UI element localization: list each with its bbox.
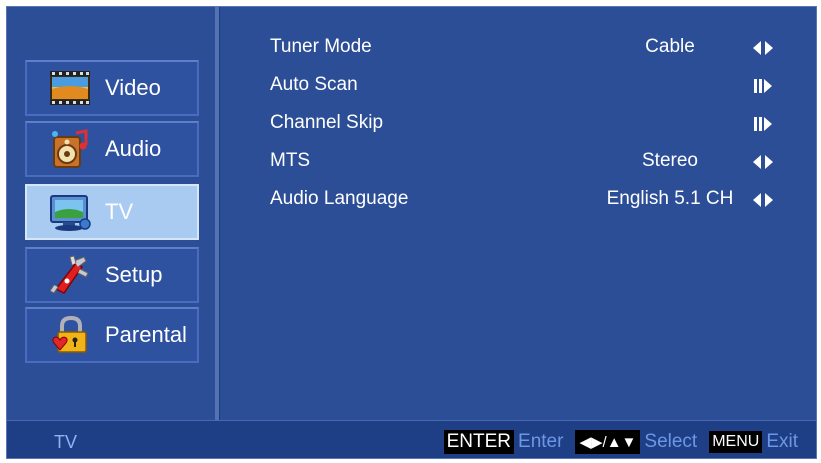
setting-name: Audio Language bbox=[270, 188, 409, 209]
footer-bar: TV ENTER Enter ◀▶/▲▼ Select MENU Exit bbox=[7, 420, 816, 458]
exit-hint: Exit bbox=[766, 431, 798, 452]
setting-row-audio-language[interactable]: Audio Language English 5.1 CH bbox=[270, 185, 790, 215]
sidebar-item-label: Video bbox=[105, 75, 161, 100]
enter-hint: Enter bbox=[518, 431, 564, 452]
parental-lock-icon bbox=[49, 315, 91, 355]
sidebar-item-setup[interactable]: Setup bbox=[25, 247, 199, 303]
sidebar-item-parental[interactable]: Parental bbox=[25, 307, 199, 363]
settings-panel: Tuner Mode Cable Auto Scan Channel Skip … bbox=[220, 7, 816, 420]
sidebar-item-label: Setup bbox=[105, 262, 163, 287]
enter-arrow-icon[interactable] bbox=[750, 77, 776, 95]
setting-name: Channel Skip bbox=[270, 112, 384, 133]
left-right-arrow-icon[interactable] bbox=[750, 191, 776, 209]
sidebar-item-label: TV bbox=[105, 199, 134, 224]
left-right-arrow-icon[interactable] bbox=[750, 153, 776, 171]
sidebar-item-video[interactable]: Video bbox=[25, 60, 199, 116]
enter-key: ENTER bbox=[443, 430, 515, 454]
tv-osd-menu: Video Audio TV Setup Parental Tuner Mode… bbox=[6, 6, 817, 459]
setting-name: Tuner Mode bbox=[270, 36, 372, 57]
audio-icon bbox=[49, 129, 91, 169]
video-icon bbox=[49, 68, 91, 108]
select-hint: Select bbox=[644, 431, 698, 452]
enter-arrow-icon[interactable] bbox=[750, 115, 776, 133]
tv-icon bbox=[49, 192, 91, 232]
setting-name: MTS bbox=[270, 150, 311, 171]
setting-name: Auto Scan bbox=[270, 74, 358, 95]
category-sidebar: Video Audio TV Setup Parental bbox=[7, 7, 217, 420]
select-arrows-key: ◀▶/▲▼ bbox=[575, 430, 641, 454]
sidebar-item-audio[interactable]: Audio bbox=[25, 121, 199, 177]
setting-row-tuner-mode[interactable]: Tuner Mode Cable bbox=[270, 33, 790, 63]
menu-key: MENU bbox=[709, 431, 763, 453]
footer-title: TV bbox=[54, 432, 78, 452]
setting-row-channel-skip[interactable]: Channel Skip bbox=[270, 109, 790, 139]
sidebar-item-label: Audio bbox=[105, 136, 162, 161]
key-hints: ENTER Enter ◀▶/▲▼ Select MENU Exit bbox=[438, 430, 798, 454]
left-right-arrow-icon[interactable] bbox=[750, 39, 776, 57]
setting-row-auto-scan[interactable]: Auto Scan bbox=[270, 71, 790, 101]
sidebar-item-tv[interactable]: TV bbox=[25, 184, 199, 240]
sidebar-item-label: Parental bbox=[105, 322, 187, 347]
setting-row-mts[interactable]: MTS Stereo bbox=[270, 147, 790, 177]
setup-icon bbox=[49, 255, 91, 295]
